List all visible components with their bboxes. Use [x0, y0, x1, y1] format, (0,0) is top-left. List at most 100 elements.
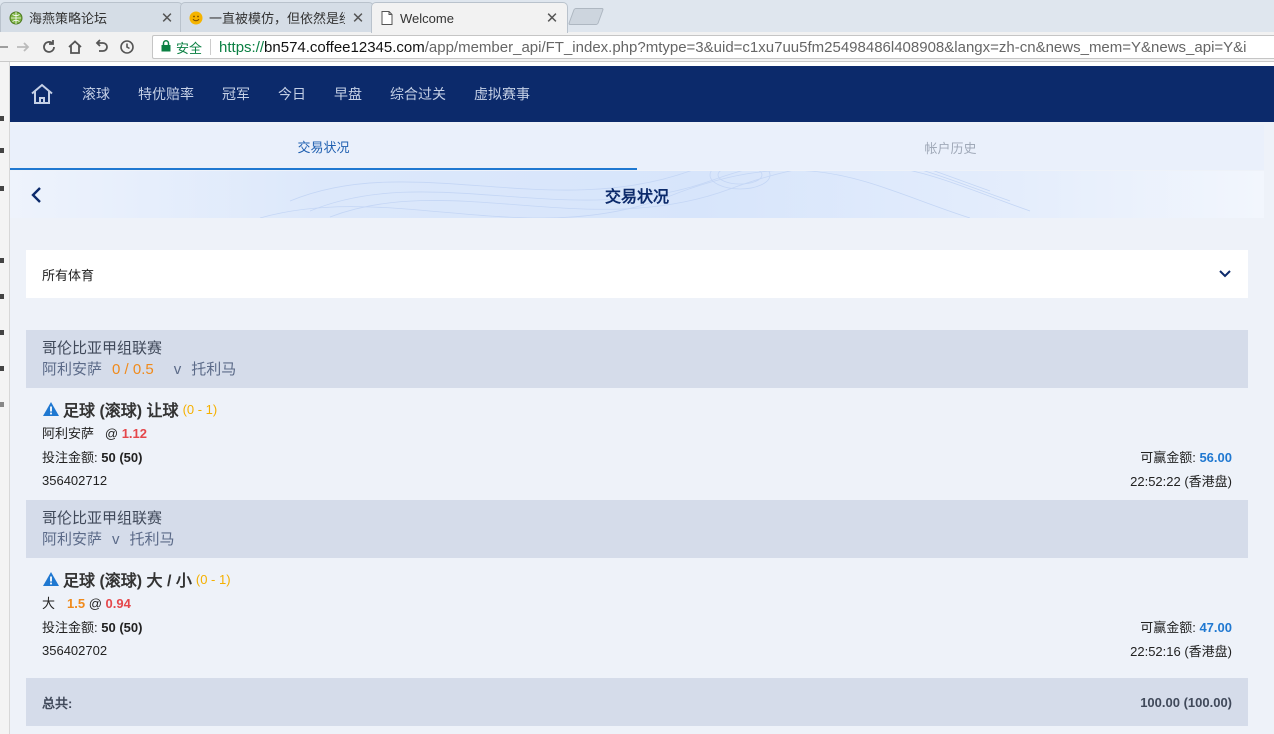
league-header: 哥伦比亚甲组联赛 阿利安萨 v 托利马 — [26, 500, 1248, 558]
globe-icon — [9, 11, 23, 25]
history-clock-icon[interactable] — [114, 34, 140, 60]
browser-tab-3-active[interactable]: Welcome ✕ — [371, 2, 568, 33]
browser-tab-title: Welcome — [400, 10, 454, 26]
bet-type-title: 足球 (滚球) 大 / 小 — [63, 573, 192, 590]
bet-card: 足球 (滚球) 大 / 小 (0 - 1) 大 1.5 @ 0.94 投注金额: … — [26, 558, 1248, 671]
tab-transaction-status[interactable]: 交易状况 — [10, 125, 637, 170]
league-name: 哥伦比亚甲组联赛 — [42, 340, 163, 357]
bet-selection: 阿利安萨 — [42, 425, 95, 441]
at-sign: @ — [88, 595, 102, 611]
win-value: 56.00 — [1199, 449, 1232, 465]
nav-item-parlay[interactable]: 综合过关 — [390, 84, 446, 104]
bet-amount-row: 投注金额: 50 (50) 可赢金额: 47.00 — [42, 614, 1232, 638]
undo-icon[interactable] — [88, 34, 114, 60]
nav-item-outright[interactable]: 冠军 — [222, 84, 250, 104]
forward-icon[interactable] — [10, 34, 36, 60]
chevron-left-icon — [31, 187, 41, 203]
bet-type-title: 足球 (滚球) 让球 — [63, 403, 179, 420]
warning-icon — [43, 402, 59, 416]
stake-label: 投注金额: — [42, 619, 98, 635]
bet-score: (0 - 1) — [182, 401, 218, 417]
browser-tab-title: 海燕策略论坛 — [29, 11, 108, 26]
bet-odds: 0.94 — [105, 595, 131, 611]
match-teams: 阿利安萨 v 托利马 — [42, 529, 1232, 550]
back-icon[interactable] — [0, 34, 10, 60]
bet-selection-row: 大 1.5 @ 0.94 — [42, 590, 1232, 614]
bet-selection: 大 — [42, 595, 56, 611]
browser-tab-bar: 海燕策略论坛 ✕ 一直被模仿，但依然是经 ✕ Welcome ✕ — [0, 0, 1274, 33]
smile-icon — [189, 11, 203, 25]
divider — [210, 39, 212, 55]
url-host: bn574.coffee12345.com — [264, 38, 425, 56]
address-bar[interactable]: 安全 https://bn574.coffee12345.com/app/mem… — [152, 35, 1274, 59]
bet-selection-row: 阿利安萨 @ 1.12 — [42, 420, 1232, 444]
bet-amount-row: 投注金额: 50 (50) 可赢金额: 56.00 — [42, 444, 1232, 468]
home-team: 阿利安萨 — [42, 531, 103, 548]
left-clipped-window-edge — [0, 62, 10, 734]
nav-item-virtual[interactable]: 虚拟赛事 — [474, 84, 530, 104]
bet-card: 足球 (滚球) 让球 (0 - 1) 阿利安萨 @ 1.12 投注金额: 50 … — [26, 388, 1248, 501]
away-team: 托利马 — [191, 361, 237, 378]
sport-filter-value: 所有体育 — [42, 267, 95, 283]
ticket-id: 356402702 — [42, 642, 108, 658]
secure-label: 安全 — [176, 40, 203, 56]
close-icon[interactable]: ✕ — [160, 9, 174, 27]
nav-item-special-odds[interactable]: 特优赔率 — [138, 84, 194, 104]
stake-value: 50 (50) — [101, 619, 143, 635]
new-tab-button[interactable] — [567, 8, 605, 25]
league-name: 哥伦比亚甲组联赛 — [42, 510, 163, 527]
back-button[interactable] — [24, 183, 48, 207]
close-icon[interactable]: ✕ — [545, 9, 559, 27]
bet-meta-row: 356402712 22:52:22 (香港盘) — [42, 468, 1232, 492]
home-team: 阿利安萨 — [42, 361, 103, 378]
close-icon[interactable]: ✕ — [351, 9, 365, 27]
total-label: 总共: — [42, 695, 73, 711]
nav-item-inplay[interactable]: 滚球 — [82, 84, 110, 104]
nav-item-early[interactable]: 早盘 — [334, 84, 362, 104]
chevron-down-icon — [1219, 270, 1231, 278]
bet-odds: 1.12 — [121, 425, 147, 441]
bet-time: 22:52:22 (香港盘) — [1130, 473, 1232, 489]
bet-point: 1.5 — [67, 595, 86, 611]
win-label: 可赢金额: — [1140, 619, 1196, 635]
url-scheme: https:// — [219, 38, 265, 56]
top-nav: 滚球 特优赔率 冠军 今日 早盘 综合过关 虚拟赛事 — [10, 66, 1274, 122]
stake-label: 投注金额: — [42, 449, 98, 465]
page-title: 交易状况 — [604, 188, 669, 206]
ticket-id: 356402712 — [42, 472, 108, 488]
total-value: 100.00 (100.00) — [1140, 694, 1232, 710]
win-label: 可赢金额: — [1140, 449, 1196, 465]
bet-header: 足球 (滚球) 让球 (0 - 1) — [42, 398, 1232, 420]
browser-tab-1[interactable]: 海燕策略论坛 ✕ — [0, 2, 183, 32]
lock-icon — [161, 39, 171, 56]
home-icon[interactable] — [62, 34, 88, 60]
reload-icon[interactable] — [36, 34, 62, 60]
nav-item-today[interactable]: 今日 — [278, 84, 306, 104]
browser-toolbar: 安全 https://bn574.coffee12345.com/app/mem… — [0, 32, 1274, 62]
tab-account-history[interactable]: 帐户历史 — [637, 125, 1264, 170]
page-icon — [380, 11, 394, 25]
away-team: 托利马 — [129, 531, 175, 548]
vs-label: v — [112, 531, 120, 548]
bet-meta-row: 356402702 22:52:16 (香港盘) — [42, 638, 1232, 662]
bet-time: 22:52:16 (香港盘) — [1130, 643, 1232, 659]
browser-tab-2[interactable]: 一直被模仿，但依然是经 ✕ — [180, 2, 374, 32]
url-path: /app/member_api/FT_index.php?mtype=3&uid… — [424, 38, 1247, 56]
sub-tabs: 交易状况 帐户历史 — [10, 125, 1264, 170]
app-root: 滚球 特优赔率 冠军 今日 早盘 综合过关 虚拟赛事 交易状况 帐户历史 交易状… — [10, 66, 1274, 734]
total-row: 总共: 100.00 (100.00) — [26, 678, 1248, 726]
win-value: 47.00 — [1199, 619, 1232, 635]
league-header: 哥伦比亚甲组联赛 阿利安萨 0 / 0.5 v 托利马 — [26, 330, 1248, 388]
browser-tab-title: 一直被模仿，但依然是经 — [209, 11, 345, 26]
vs-label: v — [173, 361, 182, 378]
stake-value: 50 (50) — [101, 449, 143, 465]
match-teams: 阿利安萨 0 / 0.5 v 托利马 — [42, 359, 1232, 380]
bet-score: (0 - 1) — [195, 571, 231, 587]
bet-header: 足球 (滚球) 大 / 小 (0 - 1) — [42, 568, 1232, 590]
home-button[interactable] — [10, 66, 74, 122]
sport-filter-dropdown[interactable]: 所有体育 — [26, 250, 1248, 298]
handicap-line: 0 / 0.5 — [112, 361, 154, 378]
warning-icon — [43, 572, 59, 586]
at-sign: @ — [104, 425, 119, 441]
page-header: 交易状况 — [10, 171, 1264, 218]
